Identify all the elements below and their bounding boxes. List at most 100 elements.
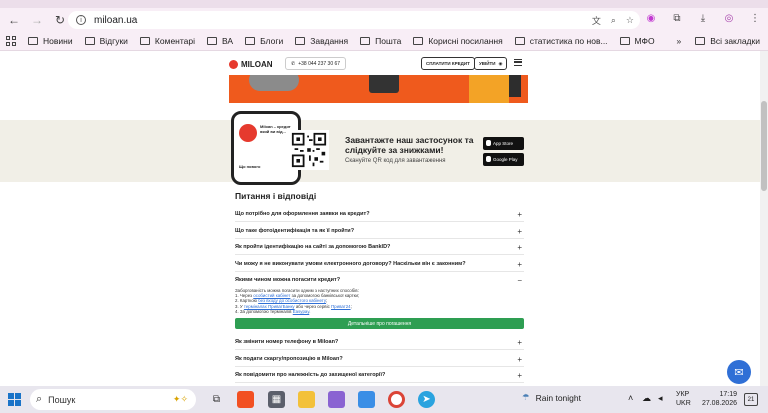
bookmark-star-icon[interactable]: ☆ <box>626 15 634 26</box>
faq-question[interactable]: Як повідомити про належність до захищено… <box>235 367 524 383</box>
faq-question-text: Як повідомити про належність до захищено… <box>235 371 386 378</box>
taskbar-search[interactable]: ⌕ Пошук ✦✧ <box>30 389 196 410</box>
hamburger-menu-icon[interactable] <box>514 59 522 66</box>
page-scrollbar[interactable] <box>760 51 768 386</box>
faq-question[interactable]: Чи можу я не виконувати умови електронно… <box>235 256 524 272</box>
extension-colorful-icon[interactable]: ◉ <box>644 11 658 25</box>
bookmark-folder[interactable]: Новини <box>28 36 73 46</box>
google-play-button[interactable]: Google Play <box>483 153 524 166</box>
all-bookmarks-label: Всі закладки <box>710 36 760 46</box>
extensions-icon[interactable]: ⧉ <box>670 11 684 25</box>
phone-mockup-sub: Що нового <box>239 164 261 169</box>
bookmark-folder[interactable]: Завдання <box>295 36 348 46</box>
zoom-icon[interactable]: ⌕ <box>611 15 616 26</box>
plus-icon: + <box>517 260 522 269</box>
bookmark-folder[interactable]: Коментарі <box>139 36 196 46</box>
bookmark-label: Новини <box>43 36 73 46</box>
faq-answer: Заборгованість можна погасити одним з на… <box>235 288 524 314</box>
promo-title: Завантажте наш застосунок та слідкуйте з… <box>345 135 474 155</box>
bookmark-label: Завдання <box>310 36 349 46</box>
watermelon-icon <box>239 124 257 142</box>
bookmark-folder[interactable]: Корисні посилання <box>413 36 503 46</box>
reload-icon[interactable]: ↻ <box>51 11 69 29</box>
site-info-icon[interactable]: i <box>76 15 86 25</box>
translate-icon[interactable]: 文 <box>592 14 601 27</box>
rain-cloud-icon: ☂ <box>522 392 530 402</box>
scrollbar-thumb[interactable] <box>761 101 767 191</box>
task-view-icon[interactable]: ⧉ <box>208 391 225 408</box>
download-icon[interactable]: ⤓ <box>696 11 710 25</box>
folder-icon <box>360 37 371 45</box>
app-store-button[interactable]: App Store <box>483 137 524 150</box>
bookmark-folder[interactable]: статистика по нов... <box>514 36 608 46</box>
bookmark-folder[interactable]: МФО <box>619 36 655 46</box>
apps-grid-icon[interactable] <box>6 36 16 46</box>
plus-icon: + <box>517 243 522 252</box>
privat24-link[interactable]: Приват24 <box>331 304 351 309</box>
page-viewport: MILOAN ✆ +38 044 237 30 67 СПЛАТИТИ КРЕДИ… <box>0 51 760 386</box>
easypay-link[interactable]: Easypay <box>293 309 310 314</box>
windows-start-icon[interactable] <box>8 393 21 406</box>
plus-icon: + <box>517 227 522 236</box>
miloan-logo[interactable]: MILOAN <box>229 59 273 69</box>
language-indicator[interactable]: УКР UKR <box>676 390 691 408</box>
profile-icon[interactable]: ◎ <box>722 11 736 25</box>
clock[interactable]: 17:19 27.08.2026 <box>697 390 737 408</box>
promo-subtitle: Скануйте QR код для завантаження <box>345 158 446 164</box>
copilot-icon[interactable] <box>328 391 345 408</box>
bookmark-label: Відгуки <box>99 36 128 46</box>
bookmark-folder[interactable]: ВА <box>207 36 233 46</box>
phone-number: +38 044 237 30 67 <box>298 60 341 67</box>
chat-widget-button[interactable]: ✉ <box>727 360 751 384</box>
user-icon: ◉ <box>498 60 503 66</box>
weather-widget[interactable]: ☂ Rain tonight <box>522 392 581 403</box>
folder-icon <box>413 37 424 45</box>
volume-icon[interactable]: ◂ <box>658 393 663 404</box>
forward-icon[interactable]: → <box>28 11 46 29</box>
menu-kebab-icon[interactable]: ⋮ <box>748 11 762 25</box>
all-bookmarks[interactable]: » Всі закладки <box>677 36 760 46</box>
faq-question-text: Чи можу я не виконувати умови електронно… <box>235 260 466 267</box>
network-icon[interactable]: ☁ <box>642 393 651 404</box>
lang-top: УКР <box>676 391 690 398</box>
folder-icon <box>207 37 218 45</box>
file-explorer-icon[interactable] <box>298 391 315 408</box>
url-text: miloan.ua <box>94 14 138 26</box>
logo-text: MILOAN <box>241 59 273 69</box>
calculator-icon[interactable]: ▦ <box>268 391 285 408</box>
faq-question[interactable]: Що потрібно для оформлення заявки на кре… <box>235 206 524 222</box>
phone-button[interactable]: ✆ +38 044 237 30 67 <box>285 57 347 70</box>
chat-icon: ✉ <box>734 366 744 379</box>
back-icon[interactable]: ← <box>5 11 23 29</box>
browser-toolbar: ← → ↻ i miloan.ua 文 ⌕ ☆ ◉ ⧉ ⤓ ◎ ⋮ <box>0 8 768 32</box>
chrome-icon[interactable] <box>388 391 405 408</box>
address-bar[interactable]: i miloan.ua 文 ⌕ ☆ <box>68 11 640 29</box>
qr-code <box>289 130 329 170</box>
microsoft-store-icon[interactable] <box>237 391 254 408</box>
bookmark-folder[interactable]: Відгуки <box>84 36 128 46</box>
repay-credit-button[interactable]: СПЛАТИТИ КРЕДИТ <box>421 57 475 70</box>
bookmark-folder[interactable]: Пошта <box>360 36 401 46</box>
plus-icon: + <box>517 371 522 380</box>
notification-badge[interactable]: 21 <box>744 393 758 406</box>
notepad-icon[interactable] <box>358 391 375 408</box>
login-button[interactable]: УВІЙТИ ◉ <box>474 57 508 70</box>
sparkle-icon: ✦✧ <box>172 394 188 404</box>
faq-question[interactable]: Як пройти ідентифікацію на сайті за допо… <box>235 239 524 255</box>
faq-question[interactable]: Як подати скаргу/пропозицію в Miloan? + <box>235 351 524 367</box>
faq-question[interactable]: Як змінити номер телефону в Miloan? + <box>235 334 524 350</box>
bookmark-label: МФО <box>634 36 655 46</box>
plus-icon: + <box>517 338 522 347</box>
faq-question[interactable]: Що таке фотоідентифікація та як її пройт… <box>235 223 524 239</box>
faq-question-text: Що потрібно для оформлення заявки на кре… <box>235 210 370 217</box>
hero-banner-image <box>229 75 528 103</box>
faq-question-expanded[interactable]: Якими чином можна погасити кредит? − <box>235 272 524 288</box>
repayment-details-button[interactable]: Детальніше про погашення <box>235 318 524 329</box>
folder-icon <box>695 37 706 45</box>
bookmark-folder[interactable]: Блоги <box>245 36 283 46</box>
search-placeholder: Пошук <box>48 394 76 405</box>
chevron-up-icon[interactable]: ˄ <box>628 393 633 403</box>
chevron-double-icon[interactable]: » <box>677 36 682 46</box>
telegram-icon[interactable]: ➤ <box>418 391 435 408</box>
bookmark-label: Коментарі <box>154 36 196 46</box>
